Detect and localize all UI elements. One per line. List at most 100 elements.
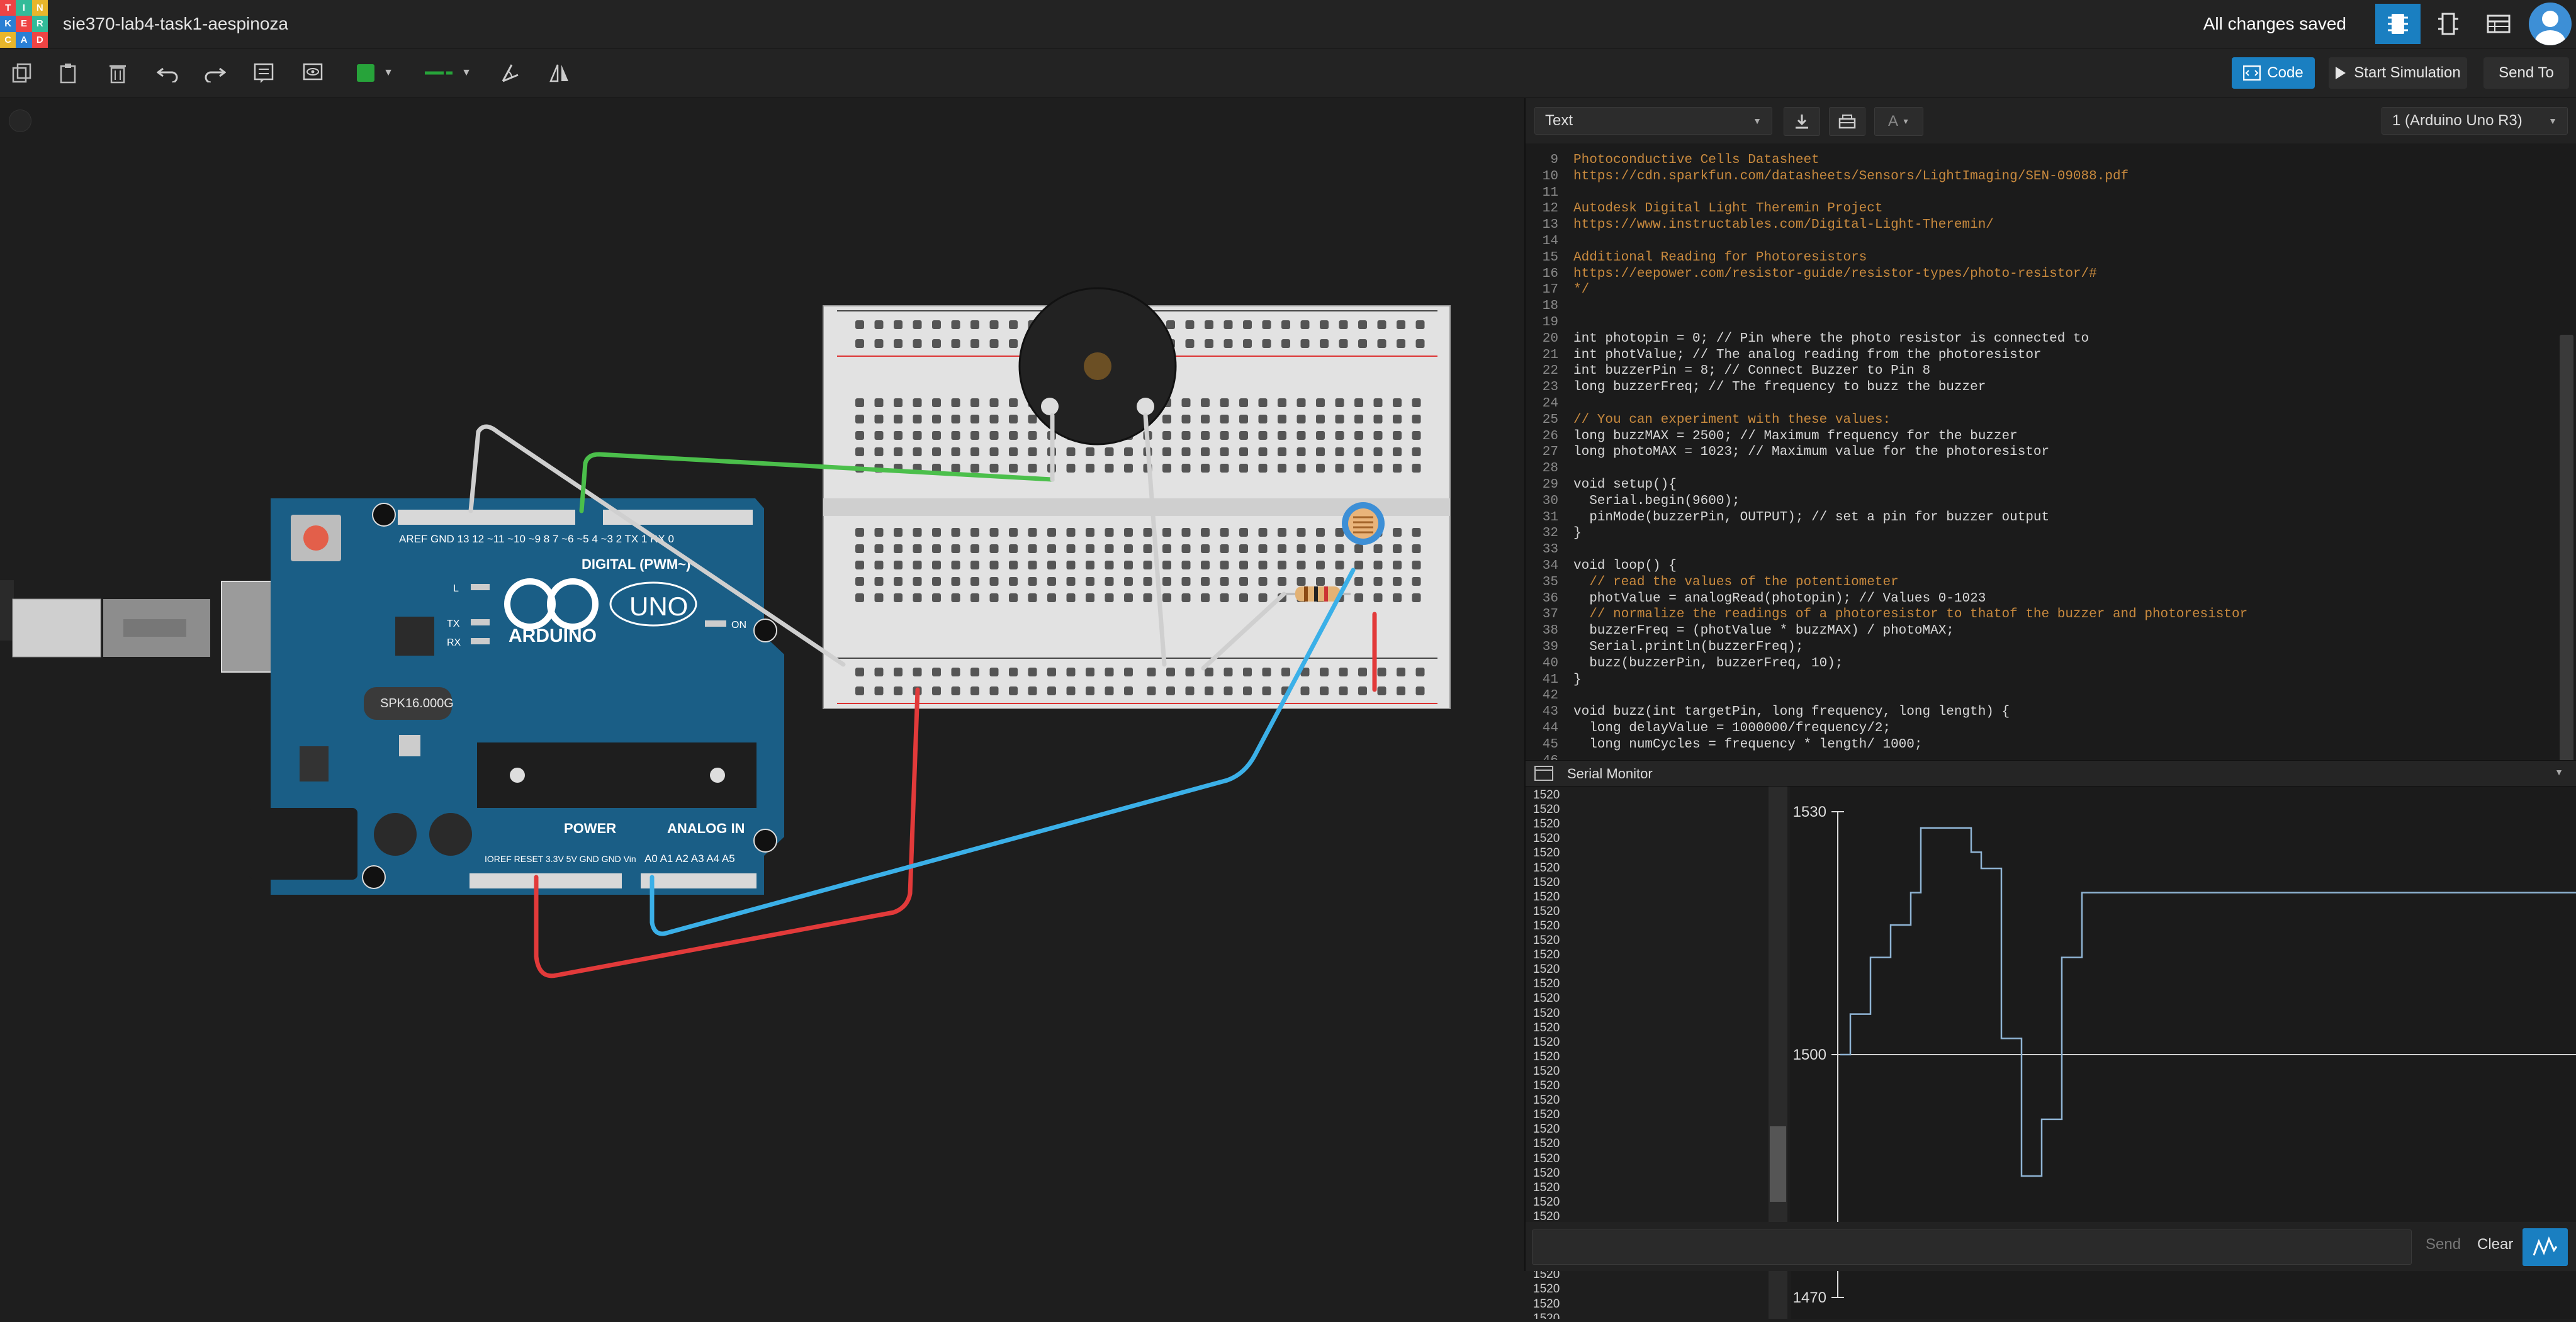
code-text: pinMode(buzzerPin, OUTPUT); // set a pin…: [1573, 510, 2050, 525]
line-number: 39: [1542, 640, 1558, 654]
font-size-button[interactable]: A ▼: [1874, 107, 1923, 136]
download-icon: [1796, 115, 1808, 129]
circuit-chip-icon: [2388, 14, 2408, 34]
undo-button[interactable]: [152, 57, 184, 89]
paste-button[interactable]: [53, 57, 84, 89]
mirror-icon: [549, 64, 568, 82]
font-size-icon: A: [1888, 113, 1899, 130]
code-text: int photopin = 0; // Pin where the photo…: [1573, 331, 2089, 346]
logo-letter: N: [31, 0, 48, 16]
serial-output-line: 1520: [1533, 1195, 1560, 1209]
user-avatar[interactable]: [2529, 3, 2572, 45]
logo-letter: T: [0, 0, 16, 16]
plot-toggle-button[interactable]: [2523, 1228, 2568, 1266]
line-number: 37: [1542, 607, 1558, 622]
code-text: https://eepower.com/resistor-guide/resis…: [1573, 266, 2097, 281]
tinkercad-logo[interactable]: TINKERCAD: [0, 0, 48, 48]
piezo-buzzer[interactable]: [1018, 287, 1177, 445]
uno-label: UNO: [629, 591, 688, 621]
serial-output-line: 1520: [1533, 904, 1560, 918]
line-number: 19: [1542, 315, 1558, 330]
line-number: 30: [1542, 493, 1558, 508]
board-select[interactable]: 1 (Arduino Uno R3) ▼: [2382, 107, 2568, 135]
line-number: 13: [1542, 218, 1558, 233]
serial-output-line: 1520: [1533, 1035, 1560, 1049]
chevron-down-icon: ▼: [461, 67, 471, 78]
serial-output-line: 1520: [1533, 1006, 1560, 1020]
save-status: All changes saved: [2203, 14, 2346, 33]
serial-output-line: 1520: [1533, 948, 1560, 962]
project-title[interactable]: sie370-lab4-task1-aespinoza: [63, 14, 288, 34]
rotate-icon: [502, 64, 519, 82]
code-text: buzzerFreq = (photValue * buzzMAX) / pho…: [1573, 624, 1954, 639]
serial-output-line: 1520: [1533, 977, 1560, 991]
code-editor-icon: [2243, 65, 2261, 81]
library-icon: [1838, 115, 1856, 129]
line-number: 41: [1542, 672, 1558, 687]
code-button[interactable]: Code: [2232, 57, 2315, 89]
code-text: long buzzMAX = 2500; // Maximum frequenc…: [1573, 429, 2018, 444]
code-mode-select[interactable]: Text ▼: [1534, 107, 1772, 135]
line-number: 28: [1542, 461, 1558, 476]
chevron-down-icon: ▼: [383, 67, 393, 78]
logo-letter: D: [31, 31, 48, 48]
code-text: }: [1573, 526, 1582, 541]
code-text: long delayValue = 1000000/frequency/2;: [1573, 721, 1891, 736]
serial-output-line: 1520: [1533, 1151, 1560, 1165]
component-list-button[interactable]: [2476, 4, 2521, 44]
arduino-logo-text: ARDUINO: [509, 625, 597, 646]
notes-visibility-button[interactable]: [297, 57, 329, 89]
circuit-canvas[interactable]: ARDUINO UNO DIGITAL (PWM~) POWER ANALOG …: [0, 98, 1523, 1271]
logo-letter: A: [16, 31, 32, 48]
download-code-button[interactable]: [1784, 107, 1820, 136]
code-text: */: [1573, 283, 1590, 298]
notes-button[interactable]: [248, 57, 279, 89]
board-select-value: 1 (Arduino Uno R3): [2392, 112, 2523, 129]
power-label: POWER: [564, 821, 616, 836]
serial-output-line: 1520: [1533, 803, 1560, 817]
paste-icon: [60, 64, 76, 84]
send-to-button[interactable]: Send To: [2483, 57, 2569, 89]
code-editor[interactable]: 9 Photoconductive Cells Datasheet 10 https:…: [1526, 146, 2576, 775]
redo-button[interactable]: [199, 57, 230, 89]
code-text: void buzz(int targetPin, long frequency,…: [1573, 705, 2010, 720]
serial-output-line: 1520: [1533, 1021, 1560, 1034]
line-number: 10: [1542, 169, 1558, 184]
serial-output-line: 1520: [1533, 1137, 1560, 1151]
wire-type-picker[interactable]: ▼: [417, 57, 480, 89]
serial-monitor-title: Serial Monitor: [1567, 766, 1653, 781]
serial-monitor-header[interactable]: Serial Monitor ▼: [1526, 760, 2576, 787]
on-led-label: ON: [731, 620, 746, 630]
flip-button[interactable]: [544, 57, 575, 89]
collapse-chevron-icon[interactable]: ▼: [2555, 767, 2563, 777]
arduino-uno-board[interactable]: ARDUINO UNO DIGITAL (PWM~) POWER ANALOG …: [249, 498, 784, 895]
wire-color-picker[interactable]: ▼: [350, 57, 400, 89]
circuit-view-button[interactable]: [2375, 4, 2421, 44]
rotate-button[interactable]: [495, 57, 526, 89]
logo-letter: E: [16, 16, 32, 32]
avatar-icon: [2535, 11, 2565, 45]
code-text: long photoMAX = 1023; // Maximum value f…: [1573, 445, 2050, 460]
photoresistor[interactable]: [1342, 502, 1385, 545]
line-number: 11: [1542, 185, 1558, 200]
code-text: long numCycles = frequency * length/ 100…: [1573, 737, 1923, 752]
copy-button[interactable]: [6, 57, 38, 89]
code-text: buzz(buzzerPin, buzzerFreq, 10);: [1573, 656, 1843, 671]
code-text: // normalize the readings of a photoresi…: [1573, 607, 2248, 622]
start-simulation-button[interactable]: Start Simulation: [2329, 57, 2467, 89]
serial-output-line: 1520: [1533, 817, 1560, 831]
serial-output-line: 1520: [1533, 1079, 1560, 1092]
delete-button[interactable]: [102, 57, 133, 89]
code-scrollbar[interactable]: [2560, 335, 2573, 775]
serial-output-line: 1520: [1533, 1282, 1560, 1296]
upload-library-button[interactable]: [1829, 107, 1865, 136]
serial-send-button[interactable]: Send: [2426, 1236, 2461, 1253]
top-bar: TINKERCAD sie370-lab4-task1-aespinoza Al…: [0, 0, 2576, 48]
line-number: 38: [1542, 624, 1558, 639]
serial-input-field[interactable]: [1532, 1230, 2412, 1265]
series-line: [1840, 827, 2576, 1177]
schematic-view-button[interactable]: [2426, 4, 2471, 44]
logo-letter: R: [31, 16, 48, 32]
serial-clear-button[interactable]: Clear: [2477, 1236, 2513, 1253]
serial-monitor-icon: [1534, 766, 1553, 781]
